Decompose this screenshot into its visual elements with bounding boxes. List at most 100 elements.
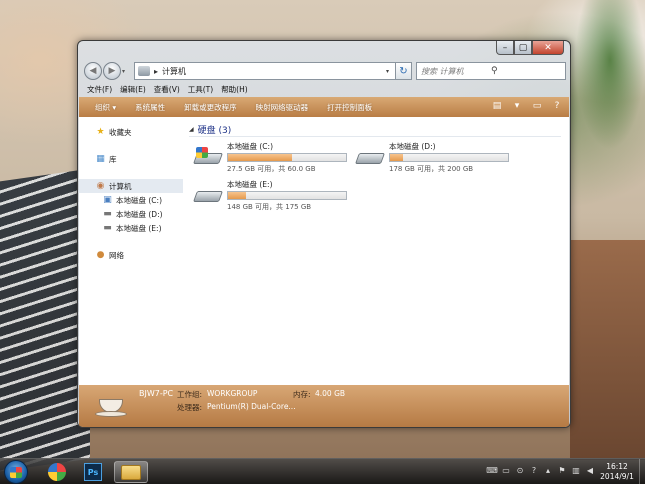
computer-name: BJW7-PC xyxy=(139,389,174,398)
sidebar-item-drive-c[interactable]: ▣ 本地磁盘 (C:) xyxy=(79,193,183,207)
menu-tools[interactable]: 工具(T) xyxy=(188,84,213,96)
maximize-button[interactable]: ▢ xyxy=(514,41,532,55)
sidebar-item-computer[interactable]: ◉ 计算机 xyxy=(79,179,183,193)
action-center-flag-icon[interactable]: ⚑ xyxy=(557,465,567,475)
organize-button[interactable]: 组织 ▾ xyxy=(95,102,116,113)
drive-free-space: 148 GB 可用，共 175 GB xyxy=(227,203,312,211)
breadcrumb-separator-icon[interactable]: ▸ xyxy=(154,67,158,76)
system-properties-button[interactable]: 系统属性 xyxy=(135,102,165,113)
show-desktop-button[interactable] xyxy=(639,459,645,484)
star-icon: ★ xyxy=(96,127,105,137)
group-title: 硬盘 (3) xyxy=(197,126,232,136)
plant-decoration xyxy=(575,0,645,150)
sidebar-item-label: 库 xyxy=(109,154,117,164)
taskbar-ie-button[interactable] xyxy=(40,461,74,483)
network-icon: ● xyxy=(96,250,105,260)
drive-name: 本地磁盘 (E:) xyxy=(227,180,273,189)
start-button[interactable] xyxy=(4,460,28,484)
volume-icon[interactable]: ◀ xyxy=(585,465,595,475)
address-text[interactable]: 计算机 xyxy=(162,66,383,77)
navigation-pane: ★ 收藏夹 ▦ 库 ◉ 计算机 ▣ 本地磁盘 (C:) ▬ 本地磁盘 (D:) xyxy=(79,117,183,385)
sidebar-item-label: 本地磁盘 (D:) xyxy=(116,209,163,219)
clock-date: 2014/9/1 xyxy=(600,472,634,481)
sidebar-item-label: 本地磁盘 (E:) xyxy=(116,223,162,233)
forward-button[interactable]: ▶ xyxy=(103,62,121,80)
computer-icon xyxy=(138,66,150,76)
clock[interactable]: 16:12 2014/9/1 xyxy=(597,462,637,482)
network-tray-icon[interactable]: ▥ xyxy=(571,465,581,475)
hard-drive-icon: ▬ xyxy=(103,209,112,219)
language-icon[interactable]: ⌨ xyxy=(486,465,498,475)
computer-tile-icon xyxy=(95,391,129,421)
view-dropdown-icon[interactable]: ▾ xyxy=(511,100,523,112)
workgroup-value: WORKGROUP xyxy=(207,389,258,398)
preview-pane-icon[interactable]: ▭ xyxy=(531,100,543,112)
taskbar-photoshop-button[interactable]: Ps xyxy=(76,461,110,483)
memory-label: 内存: xyxy=(293,390,311,399)
details-pane: BJW7-PC 工作组: WORKGROUP 内存: 4.00 GB 处理器: … xyxy=(79,385,569,427)
clock-time: 16:12 xyxy=(606,462,628,471)
taskbar-explorer-button[interactable] xyxy=(114,461,148,483)
drive-tile-d[interactable]: 本地磁盘 (D:) 178 GB 可用，共 200 GB xyxy=(354,141,515,175)
recent-pages-dropdown[interactable]: ▾ xyxy=(122,68,130,75)
refresh-icon: ↻ xyxy=(399,65,408,77)
menu-edit[interactable]: 编辑(E) xyxy=(120,84,146,96)
sidebar-item-drive-d[interactable]: ▬ 本地磁盘 (D:) xyxy=(79,207,183,221)
photoshop-icon: Ps xyxy=(84,463,102,481)
drive-tile-e[interactable]: 本地磁盘 (E:) 148 GB 可用，共 175 GB xyxy=(192,179,353,213)
drive-usage-fill xyxy=(228,192,246,199)
command-bar: 组织 ▾ 系统属性 卸载或更改程序 映射网络驱动器 打开控制面板 ▤ ▾ ▭ ? xyxy=(79,97,569,117)
group-header-hard-drives[interactable]: ◢ 硬盘 (3) xyxy=(189,123,561,137)
drive-usage-bar xyxy=(227,191,347,200)
menu-bar: 文件(F) 编辑(E) 查看(V) 工具(T) 帮助(H) xyxy=(84,84,566,96)
system-drive-icon xyxy=(192,147,224,167)
address-dropdown-icon[interactable]: ▾ xyxy=(383,68,392,75)
drive-free-space: 27.5 GB 可用，共 60.0 GB xyxy=(227,165,316,173)
collapse-chevron-icon[interactable]: ◢ xyxy=(189,126,194,133)
map-network-drive-button[interactable]: 映射网络驱动器 xyxy=(256,102,309,113)
drive-free-space: 178 GB 可用，共 200 GB xyxy=(389,165,474,173)
open-control-panel-button[interactable]: 打开控制面板 xyxy=(327,102,372,113)
sidebar-item-label: 计算机 xyxy=(109,181,132,191)
system-tray: ⌨ ▭ ⊙ ? ▴ ⚑ ▥ ◀ xyxy=(486,465,595,475)
search-input[interactable]: 搜索 计算机 ⚲ xyxy=(416,62,566,80)
help-tray-icon[interactable]: ? xyxy=(529,465,539,475)
browser-icon xyxy=(48,463,66,481)
address-bar[interactable]: ▸ 计算机 ▾ xyxy=(134,62,396,80)
sidebar-item-label: 本地磁盘 (C:) xyxy=(116,195,162,205)
hard-drive-icon xyxy=(354,147,386,167)
system-drive-icon: ▣ xyxy=(103,195,112,205)
uninstall-program-button[interactable]: 卸载或更改程序 xyxy=(184,102,237,113)
forward-arrow-icon: ▶ xyxy=(108,66,116,76)
memory-value: 4.00 GB xyxy=(315,389,346,398)
change-view-icon[interactable]: ▤ xyxy=(491,100,503,112)
drive-usage-bar xyxy=(227,153,347,162)
processor-value: Pentium(R) Dual-Core... xyxy=(207,402,296,411)
sidebar-item-network[interactable]: ● 网络 xyxy=(79,248,183,262)
minimize-button[interactable]: – xyxy=(496,41,514,55)
back-arrow-icon: ◀ xyxy=(89,66,97,76)
refresh-button[interactable]: ↻ xyxy=(396,62,412,80)
windows-logo-icon xyxy=(10,466,22,478)
taskbar: Ps ⌨ ▭ ⊙ ? ▴ ⚑ ▥ ◀ 16:12 2014/9/1 xyxy=(0,458,645,484)
keyboard-icon[interactable]: ▭ xyxy=(501,465,511,475)
sidebar-item-favorites[interactable]: ★ 收藏夹 xyxy=(79,125,183,139)
menu-view[interactable]: 查看(V) xyxy=(154,84,180,96)
drive-name: 本地磁盘 (C:) xyxy=(227,142,273,151)
menu-help[interactable]: 帮助(H) xyxy=(221,84,248,96)
explorer-body: ★ 收藏夹 ▦ 库 ◉ 计算机 ▣ 本地磁盘 (C:) ▬ 本地磁盘 (D:) xyxy=(79,117,569,385)
hard-drive-icon xyxy=(192,185,224,205)
help-icon[interactable]: ? xyxy=(551,100,563,112)
sidebar-item-libraries[interactable]: ▦ 库 xyxy=(79,152,183,166)
menu-file[interactable]: 文件(F) xyxy=(87,84,112,96)
input-method-icon[interactable]: ⊙ xyxy=(515,465,525,475)
library-icon: ▦ xyxy=(96,154,105,164)
sidebar-item-drive-e[interactable]: ▬ 本地磁盘 (E:) xyxy=(79,221,183,235)
search-icon[interactable]: ⚲ xyxy=(491,66,561,76)
show-hidden-icons-icon[interactable]: ▴ xyxy=(543,465,553,475)
drive-tile-c[interactable]: 本地磁盘 (C:) 27.5 GB 可用，共 60.0 GB xyxy=(192,141,353,175)
close-button[interactable]: ✕ xyxy=(532,41,564,55)
back-button[interactable]: ◀ xyxy=(84,62,102,80)
view-controls: ▤ ▾ ▭ ? xyxy=(491,100,563,112)
wood-decoration xyxy=(570,240,645,460)
